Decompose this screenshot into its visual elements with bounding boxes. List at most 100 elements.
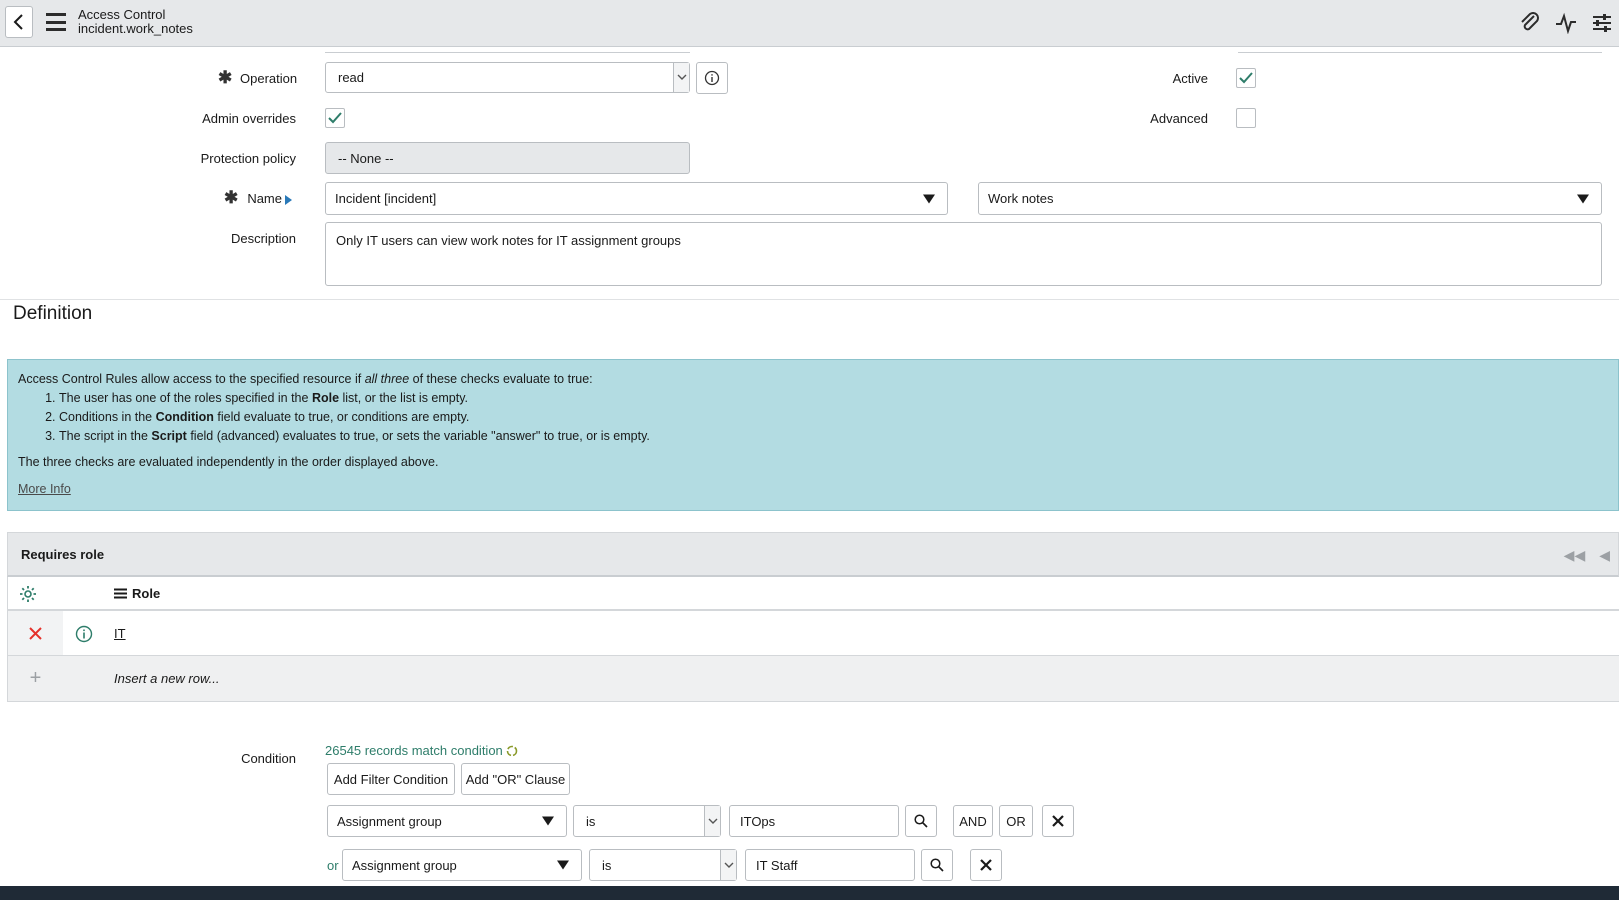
related-list-column-header: Role bbox=[7, 577, 1619, 611]
or-button[interactable]: OR bbox=[999, 805, 1033, 837]
and-button[interactable]: AND bbox=[953, 805, 993, 837]
active-checkbox[interactable] bbox=[1236, 68, 1256, 88]
record-title: Access Control incident.work_notes bbox=[78, 8, 193, 36]
admin-overrides-checkbox[interactable] bbox=[325, 108, 345, 128]
triangle-right-icon bbox=[285, 195, 292, 205]
plus-icon: + bbox=[8, 656, 63, 701]
close-icon bbox=[29, 626, 42, 640]
info-icon bbox=[704, 70, 720, 86]
description-textarea[interactable]: Only IT users can view work notes for IT… bbox=[325, 222, 1602, 286]
activity-stream-icon[interactable] bbox=[1553, 10, 1579, 36]
back-button[interactable] bbox=[5, 6, 33, 38]
more-info-link[interactable]: More Info bbox=[18, 480, 1608, 499]
operation-value: read bbox=[338, 70, 365, 85]
refresh-icon[interactable] bbox=[506, 745, 518, 757]
records-match-link[interactable]: 26545 records match condition bbox=[325, 743, 518, 758]
section-divider bbox=[0, 299, 1619, 300]
filter-field-value: Assignment group bbox=[352, 857, 457, 873]
chevron-down-icon bbox=[724, 862, 733, 868]
caret-down-icon bbox=[557, 860, 569, 870]
filter-operator-value: is bbox=[602, 857, 612, 873]
required-marker: ✱ bbox=[218, 68, 233, 87]
search-icon bbox=[914, 814, 928, 828]
advanced-label: Advanced bbox=[1150, 111, 1208, 126]
search-icon bbox=[930, 858, 944, 872]
add-filter-condition-button[interactable]: Add Filter Condition bbox=[327, 763, 455, 795]
name-label: Name bbox=[247, 191, 282, 206]
definition-heading: Definition bbox=[13, 303, 93, 324]
filter-operator-select[interactable]: is bbox=[573, 805, 721, 837]
or-prefix-label: or bbox=[327, 858, 339, 873]
definition-check-item: The script in the Script field (advanced… bbox=[59, 427, 1608, 446]
gear-icon[interactable] bbox=[19, 585, 37, 603]
role-column-header[interactable]: Role bbox=[132, 586, 160, 601]
role-link[interactable]: IT bbox=[114, 626, 126, 641]
active-label: Active bbox=[1172, 71, 1208, 86]
required-marker: ✱ bbox=[224, 188, 239, 207]
definition-check-item: Conditions in the Condition field evalua… bbox=[59, 408, 1608, 427]
select-toggle[interactable] bbox=[720, 850, 736, 880]
filter-field-select[interactable]: Assignment group bbox=[327, 805, 567, 837]
filter-lookup-button[interactable] bbox=[905, 805, 937, 837]
delete-row-button[interactable] bbox=[8, 611, 63, 655]
operation-label: Operation bbox=[240, 71, 298, 86]
name-table-select[interactable]: Incident [incident] bbox=[325, 182, 948, 215]
filter-value: IT Staff bbox=[756, 857, 798, 873]
first-page-icon[interactable]: ◀◀ bbox=[1564, 547, 1586, 564]
definition-intro: Access Control Rules allow access to the… bbox=[18, 372, 593, 386]
description-label: Description bbox=[230, 231, 296, 246]
insert-row-text: Insert a new row... bbox=[114, 671, 220, 686]
close-icon bbox=[1052, 815, 1064, 827]
definition-checks-list: The user has one of the roles specified … bbox=[59, 389, 1608, 446]
definition-check-item: The user has one of the roles specified … bbox=[59, 389, 1608, 408]
condition-label: Condition bbox=[241, 751, 296, 766]
filter-operator-value: is bbox=[586, 813, 596, 829]
add-or-clause-button[interactable]: Add "OR" Clause bbox=[461, 763, 570, 795]
table-row: IT bbox=[7, 611, 1619, 656]
operation-select[interactable]: read bbox=[325, 62, 690, 93]
related-list-header: Requires role ◀◀ ◀ bbox=[7, 532, 1619, 577]
advanced-checkbox[interactable] bbox=[1236, 108, 1256, 128]
filter-field-value: Assignment group bbox=[337, 813, 442, 829]
name-field-select[interactable]: Work notes bbox=[978, 182, 1602, 215]
admin-overrides-label: Admin overrides bbox=[202, 111, 296, 126]
name-field-value: Work notes bbox=[988, 191, 1054, 206]
filter-field-select[interactable]: Assignment group bbox=[342, 849, 582, 881]
protection-policy-value: -- None -- bbox=[338, 150, 394, 166]
chevron-down-icon bbox=[708, 818, 717, 824]
select-toggle[interactable] bbox=[673, 63, 689, 92]
related-list-title: Requires role bbox=[21, 547, 105, 562]
previous-page-icon[interactable]: ◀ bbox=[1599, 547, 1610, 564]
chevron-down-icon bbox=[677, 74, 686, 80]
insert-row[interactable]: + Insert a new row... bbox=[7, 656, 1619, 702]
filter-value-input[interactable]: IT Staff bbox=[745, 849, 915, 881]
info-icon[interactable] bbox=[75, 625, 93, 643]
operation-info-button[interactable] bbox=[696, 62, 728, 94]
close-icon bbox=[980, 859, 992, 871]
column-menu-icon[interactable] bbox=[114, 588, 127, 599]
attachment-icon[interactable] bbox=[1517, 10, 1543, 36]
checkmark-icon bbox=[328, 112, 342, 124]
settings-sliders-icon[interactable] bbox=[1589, 10, 1615, 36]
remove-condition-button[interactable] bbox=[1042, 805, 1074, 837]
definition-footer: The three checks are evaluated independe… bbox=[18, 455, 439, 469]
filter-lookup-button[interactable] bbox=[921, 849, 953, 881]
protection-policy-field: -- None -- bbox=[325, 142, 690, 174]
record-type: Access Control bbox=[78, 7, 166, 22]
protection-policy-label: Protection policy bbox=[200, 151, 296, 166]
caret-down-icon bbox=[542, 816, 554, 826]
filter-value-input[interactable]: ITOps bbox=[729, 805, 899, 837]
name-table-value: Incident [incident] bbox=[335, 191, 437, 206]
chevron-left-icon bbox=[13, 14, 23, 30]
form-header: Access Control incident.work_notes bbox=[0, 0, 1619, 47]
definition-info-box: Access Control Rules allow access to the… bbox=[7, 359, 1619, 511]
remove-condition-button[interactable] bbox=[970, 849, 1002, 881]
filter-operator-select[interactable]: is bbox=[589, 849, 737, 881]
hamburger-menu-icon[interactable] bbox=[46, 13, 66, 31]
caret-down-icon bbox=[1577, 194, 1589, 203]
select-toggle[interactable] bbox=[704, 806, 720, 836]
checkmark-icon bbox=[1239, 72, 1253, 84]
filter-value: ITOps bbox=[740, 813, 776, 829]
description-value: Only IT users can view work notes for IT… bbox=[336, 233, 681, 248]
caret-down-icon bbox=[923, 194, 935, 203]
